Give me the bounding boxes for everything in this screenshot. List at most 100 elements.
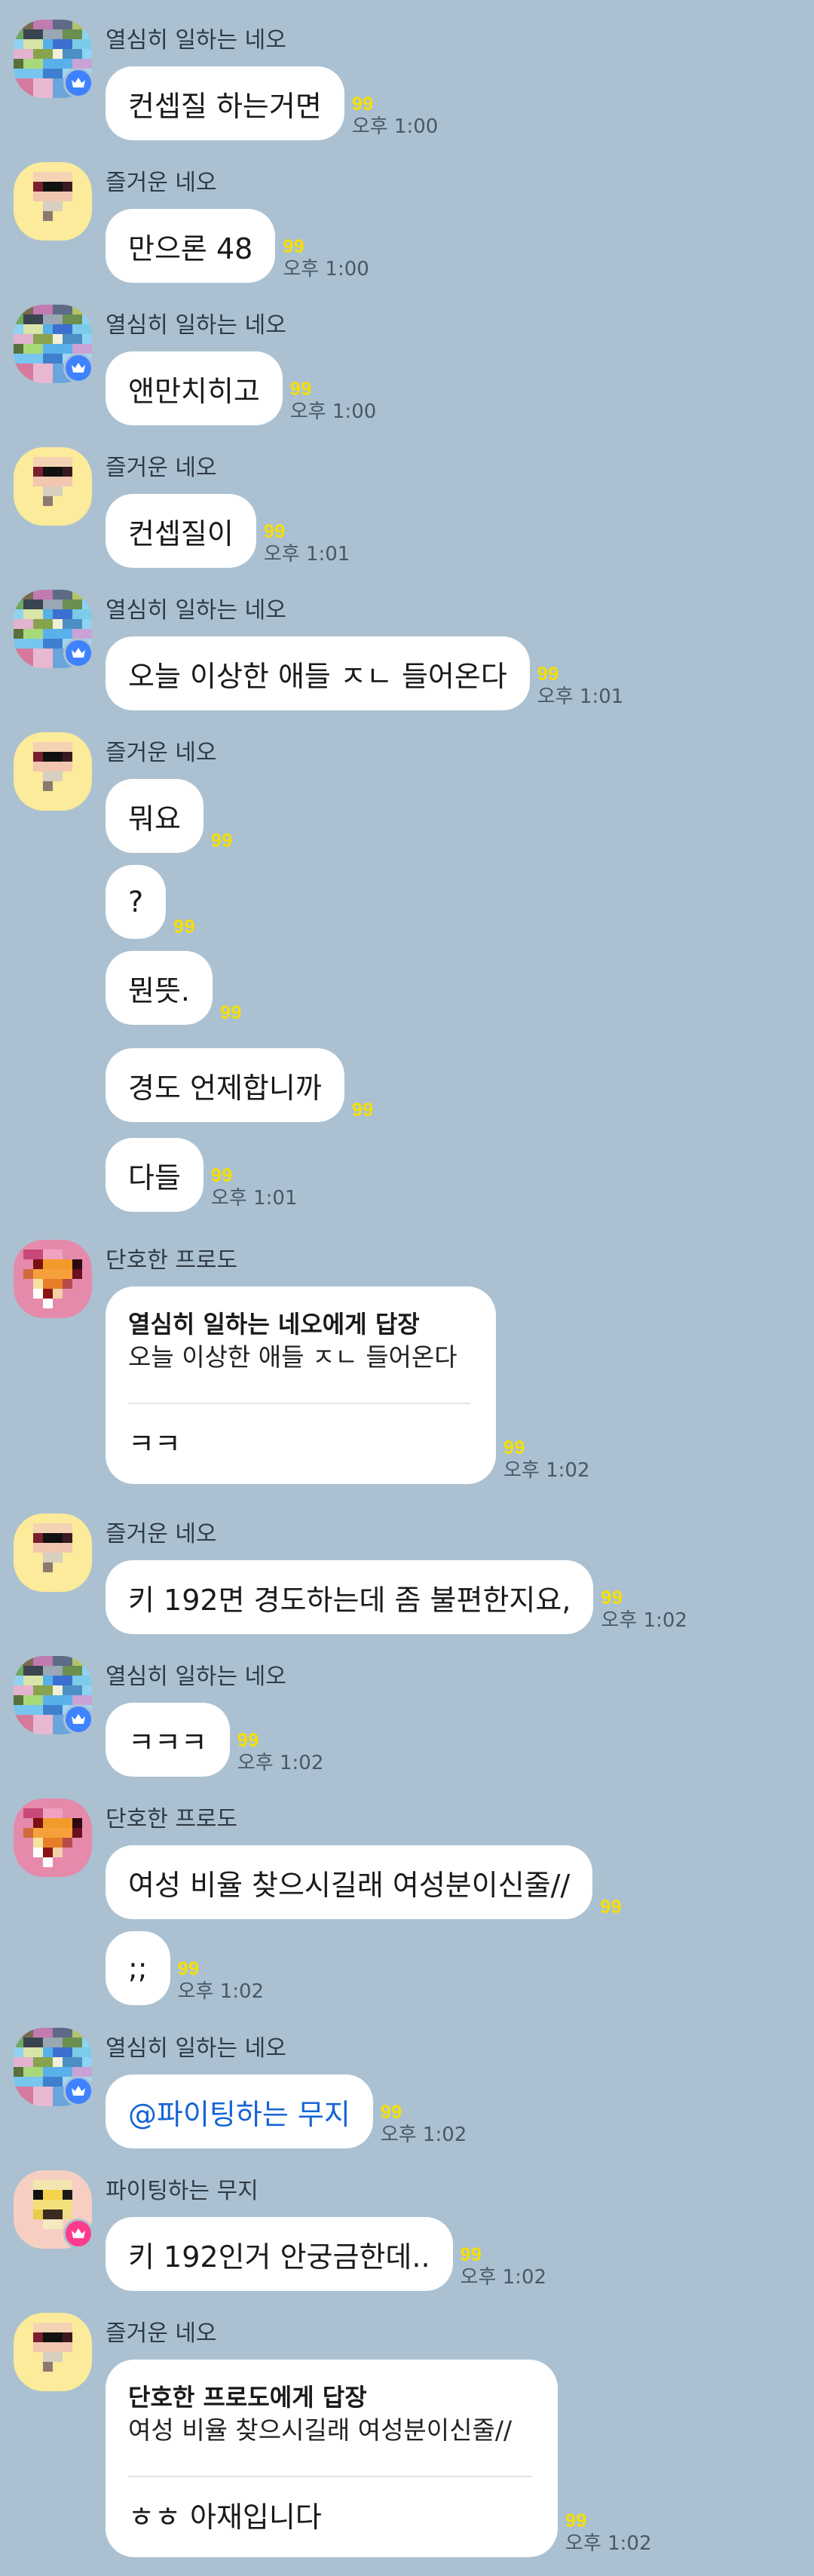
message-meta: 99	[211, 830, 233, 851]
sender-name: 단호한 프로도	[106, 1806, 238, 1832]
message-meta: 99 오후 1:02	[178, 1958, 265, 2004]
timestamp: 오후 1:02	[503, 1459, 590, 1482]
avatar-neo-happy[interactable]	[14, 732, 92, 811]
message-row: 단호한 프로도에게 답장 여성 비율 찾으시길래 여성분이신줄// ㅎㅎ 아재입…	[106, 2360, 652, 2557]
timestamp: 오후 1:02	[601, 1609, 687, 1632]
message-meta: 99	[220, 1002, 242, 1023]
message-meta: 99 오후 1:02	[601, 1587, 687, 1633]
sender-name: 즐거운 네오	[106, 170, 217, 196]
message-bubble[interactable]: 다들	[106, 1138, 204, 1212]
message-bubble[interactable]: 경도 언제합니까	[106, 1048, 344, 1122]
message-bubble[interactable]: 키 192면 경도하는데 좀 불편한지요,	[106, 1560, 594, 1634]
unread-count: 99	[289, 379, 312, 400]
unread-count: 99	[177, 1958, 200, 1980]
crown-badge-icon	[63, 353, 93, 383]
reply-divider	[128, 2476, 532, 2477]
crown-badge-icon	[63, 1704, 93, 1734]
avatar-neo-happy[interactable]	[14, 447, 92, 526]
timestamp: 오후 1:02	[237, 1752, 324, 1774]
timestamp: 오후 1:02	[460, 2266, 547, 2289]
sender-name: 파이팅하는 무지	[106, 2178, 259, 2204]
message-bubble[interactable]: 오늘 이상한 애들 ㅈㄴ 들어온다	[106, 636, 530, 710]
timestamp: 오후 1:00	[351, 115, 439, 138]
message-bubble[interactable]: 키 192인거 안궁금한데..	[106, 2217, 453, 2291]
unread-count: 99	[210, 830, 233, 851]
message-meta: 99 오후 1:02	[503, 1437, 590, 1483]
message-row: 컨셉질이 99 오후 1:01	[106, 494, 350, 568]
unread-count: 99	[173, 916, 195, 937]
message-meta: 99 오후 1:02	[237, 1730, 324, 1775]
unread-count: 99	[210, 1165, 233, 1186]
message-row: 여성 비율 찾으시길래 여성분이신줄// 99	[106, 1845, 622, 1919]
message-row: 뭔뜻. 99	[106, 951, 242, 1025]
reply-quote[interactable]: 오늘 이상한 애들 ㅈㄴ 들어온다	[128, 1339, 470, 1375]
unread-count: 99	[601, 1587, 623, 1608]
unread-count: 99	[220, 1002, 242, 1023]
message-bubble[interactable]: 뭐요	[106, 779, 204, 853]
message-row: 뭐요 99	[106, 779, 233, 853]
unread-count: 99	[351, 1099, 374, 1121]
message-bubble[interactable]: 앤만치히고	[106, 351, 283, 425]
message-bubble[interactable]: ;;	[106, 1931, 170, 2005]
reply-bubble[interactable]: 열심히 일하는 네오에게 답장 오늘 이상한 애들 ㅈㄴ 들어온다 ㅋㅋ	[106, 1286, 496, 1484]
message-row: 앤만치히고 99 오후 1:00	[106, 351, 376, 425]
message-meta: 99 오후 1:02	[461, 2244, 547, 2289]
timestamp: 오후 1:01	[210, 1187, 298, 1210]
unread-count: 99	[263, 521, 286, 542]
sender-name: 단호한 프로도	[106, 1247, 238, 1274]
message-bubble[interactable]: 컨셉질 하는거면	[106, 66, 344, 140]
message-meta: 99	[600, 1897, 622, 1918]
unread-count: 99	[351, 94, 374, 115]
message-bubble[interactable]: 컨셉질이	[106, 494, 256, 568]
sender-name: 열심히 일하는 네오	[106, 27, 286, 54]
sender-name: 즐거운 네오	[106, 1521, 217, 1547]
unread-count: 99	[380, 2102, 402, 2123]
sender-name: 열심히 일하는 네오	[106, 1664, 286, 1690]
crown-badge-icon	[63, 2219, 93, 2249]
timestamp: 오후 1:00	[283, 258, 369, 281]
timestamp: 오후 1:02	[565, 2532, 652, 2555]
message-row: ? 99	[106, 865, 195, 939]
timestamp: 오후 1:02	[380, 2124, 467, 2146]
reply-title: 단호한 프로도에게 답장	[128, 2383, 367, 2412]
message-bubble[interactable]: ㅋㅋㅋ	[106, 1703, 230, 1777]
message-row: 열심히 일하는 네오에게 답장 오늘 이상한 애들 ㅈㄴ 들어온다 ㅋㅋ 99 …	[106, 1286, 590, 1484]
message-bubble[interactable]: 뭔뜻.	[106, 951, 213, 1025]
message-row: 오늘 이상한 애들 ㅈㄴ 들어온다 99 오후 1:01	[106, 636, 623, 710]
sender-name: 열심히 일하는 네오	[106, 597, 286, 624]
timestamp: 오후 1:01	[263, 543, 350, 566]
avatar-frodo[interactable]	[14, 1240, 92, 1318]
message-bubble[interactable]: 여성 비율 찾으시길래 여성분이신줄//	[106, 1845, 593, 1919]
message-meta: 99	[352, 1099, 374, 1121]
crown-badge-icon	[63, 638, 93, 668]
message-row: 다들 99 오후 1:01	[106, 1138, 297, 1212]
unread-count: 99	[237, 1730, 259, 1751]
unread-count: 99	[565, 2510, 587, 2532]
avatar-neo-happy[interactable]	[14, 2313, 92, 2391]
crown-badge-icon	[63, 2076, 93, 2106]
message-row: ;; 99 오후 1:02	[106, 1931, 264, 2005]
avatar-neo-happy[interactable]	[14, 162, 92, 241]
message-row: 컨셉질 하는거면 99 오후 1:00	[106, 66, 438, 140]
reply-text: ㅎㅎ 아재입니다	[128, 2501, 322, 2534]
unread-count: 99	[503, 1437, 525, 1458]
message-row: @파이팅하는 무지 99 오후 1:02	[106, 2075, 467, 2148]
mention-bubble[interactable]: @파이팅하는 무지	[106, 2075, 373, 2148]
message-meta: 99 오후 1:00	[283, 236, 369, 281]
message-meta: 99 오후 1:01	[211, 1165, 298, 1210]
message-meta: 99	[173, 916, 195, 937]
unread-count: 99	[460, 2244, 482, 2265]
reply-divider	[128, 1403, 470, 1404]
reply-bubble[interactable]: 단호한 프로도에게 답장 여성 비율 찾으시길래 여성분이신줄// ㅎㅎ 아재입…	[106, 2360, 558, 2557]
sender-name: 즐거운 네오	[106, 455, 217, 481]
message-row: 키 192인거 안궁금한데.. 99 오후 1:02	[106, 2217, 546, 2291]
reply-title: 열심히 일하는 네오에게 답장	[128, 1310, 420, 1339]
avatar-frodo[interactable]	[14, 1799, 92, 1877]
message-bubble[interactable]: ?	[106, 865, 167, 939]
message-meta: 99 오후 1:00	[352, 94, 439, 139]
avatar-neo-happy[interactable]	[14, 1513, 92, 1592]
message-row: 키 192면 경도하는데 좀 불편한지요, 99 오후 1:02	[106, 1560, 687, 1634]
reply-quote[interactable]: 여성 비율 찾으시길래 여성분이신줄//	[128, 2412, 532, 2449]
unread-count: 99	[283, 236, 305, 257]
message-bubble[interactable]: 만으론 48	[106, 209, 276, 283]
